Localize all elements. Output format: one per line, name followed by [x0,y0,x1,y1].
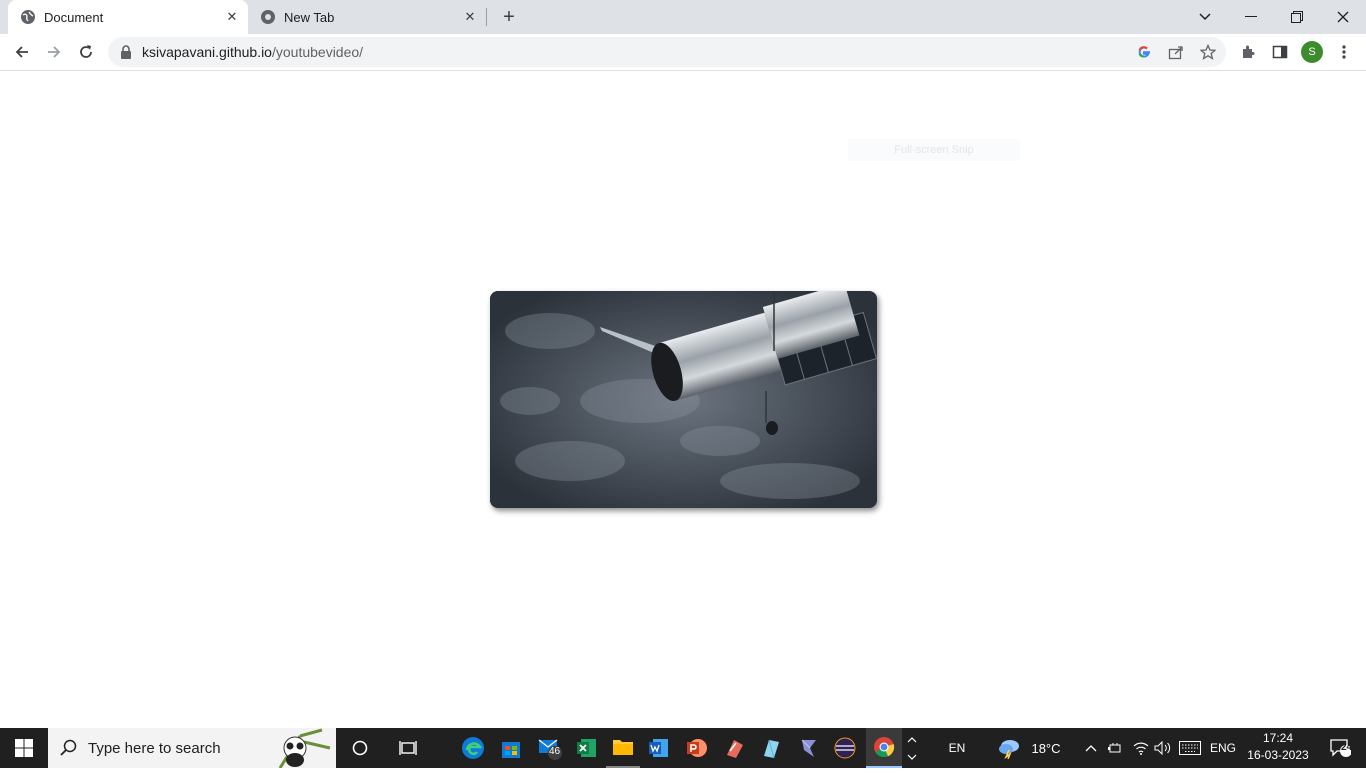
lock-icon[interactable] [120,45,134,59]
new-tab-button[interactable]: + [497,5,521,29]
close-window-button[interactable] [1320,0,1366,34]
tab-title: Document [44,9,104,25]
cortana-icon[interactable] [342,728,378,768]
task-view-icon[interactable] [390,728,426,768]
forward-button[interactable] [40,38,68,66]
close-tab-icon[interactable]: ✕ [460,7,480,27]
app-purple-icon[interactable] [792,728,826,768]
browser-toolbar: ksivapavani.github.io/youtubevideo/ S [0,34,1366,71]
language-indicator[interactable]: EN [938,728,976,768]
clock-time: 17:24 [1262,731,1294,745]
url-path: /youtubevideo/ [271,44,364,60]
edge-icon[interactable] [456,728,490,768]
reload-button[interactable] [72,38,100,66]
notification-center-icon[interactable]: 24 [1320,728,1360,768]
show-hidden-icons-icon[interactable] [1080,728,1102,768]
windows-icon [15,739,33,757]
video-player[interactable] [490,291,877,508]
store-icon[interactable] [494,728,528,768]
taskbar: Type here to search 46 EN 18°C ENG 17:24… [0,728,1366,769]
url-text: ksivapavani.github.io/youtubevideo/ [142,44,363,60]
word-icon[interactable] [642,728,676,768]
mail-icon[interactable]: 46 [532,728,568,768]
excel-icon[interactable] [570,728,604,768]
clock[interactable]: 17:24 16-03-2023 [1240,730,1316,764]
tab-divider [486,8,487,26]
taskbar-search-box[interactable]: Type here to search [48,728,336,769]
weather-icon[interactable] [994,728,1024,768]
back-button[interactable] [8,38,36,66]
chrome-icon [260,9,276,25]
start-button[interactable] [0,728,48,768]
clock-date: 16-03-2023 [1247,748,1309,762]
notification-count: 24 [1341,742,1353,753]
tab-document[interactable]: Document ✕ [8,0,248,34]
keyboard-icon[interactable] [1176,728,1204,768]
globe-icon [20,9,36,25]
input-language[interactable]: ENG [1206,728,1240,768]
satellite-video-frame [490,291,877,508]
profile-avatar-button[interactable]: S [1299,39,1325,65]
avatar: S [1301,41,1323,63]
chrome-taskbar-icon[interactable] [866,728,902,768]
eclipse-icon[interactable] [828,728,862,768]
extensions-icon[interactable] [1235,39,1261,65]
battery-icon[interactable] [1104,728,1126,768]
menu-kebab-icon[interactable] [1331,39,1357,65]
snip-tool-icon[interactable] [718,728,752,768]
wifi-icon[interactable] [1130,728,1152,768]
weather-temp[interactable]: 18°C [1026,728,1066,768]
close-tab-icon[interactable]: ✕ [222,7,242,27]
tab-title: New Tab [284,9,335,25]
minimize-button[interactable] [1228,0,1274,34]
mail-badge: 46 [549,746,561,757]
tab-strip: Document ✕ New Tab ✕ + [0,0,1366,34]
volume-icon[interactable] [1152,728,1174,768]
tab-search-button[interactable] [1182,0,1228,34]
search-icon [60,739,78,762]
tab-new-tab[interactable]: New Tab ✕ [248,0,486,34]
restore-button[interactable] [1274,0,1320,34]
bookmark-star-icon[interactable] [1198,42,1218,62]
search-placeholder: Type here to search [88,740,221,757]
powerpoint-icon[interactable] [680,728,714,768]
file-explorer-icon[interactable] [606,728,640,768]
taskbar-scroll-arrows[interactable] [904,728,920,768]
snip-overlay-hint: Full-screen Snip [848,139,1020,161]
url-host: ksivapavani.github.io [142,44,272,60]
share-icon[interactable] [1166,42,1186,62]
notepad-icon[interactable] [754,728,788,768]
address-bar[interactable]: ksivapavani.github.io/youtubevideo/ [108,37,1226,67]
side-panel-icon[interactable] [1267,39,1293,65]
google-icon[interactable] [1134,42,1154,62]
search-highlight-image-icon [260,728,336,773]
page-content: Full-screen Snip [0,71,1366,728]
